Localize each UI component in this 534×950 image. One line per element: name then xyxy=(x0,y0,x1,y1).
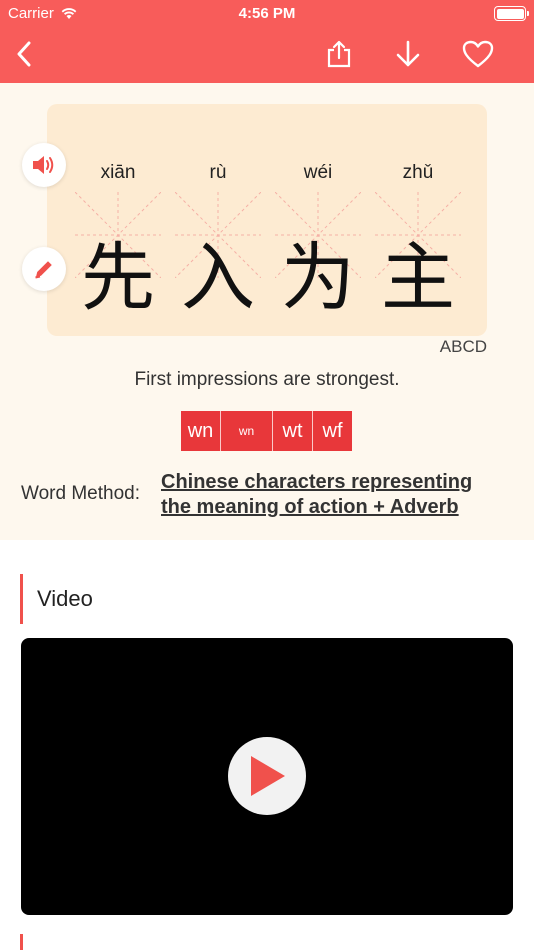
pinyin: zhǔ xyxy=(402,162,434,183)
word-method-link[interactable]: Chinese characters representing the mean… xyxy=(161,470,501,520)
level-label: ABCD xyxy=(439,337,487,356)
puzzle-piece[interactable]: wn xyxy=(181,411,221,451)
share-icon xyxy=(327,40,351,68)
hanzi: 先 xyxy=(81,235,155,321)
share-button[interactable] xyxy=(321,36,357,72)
status-bar: Carrier 4:56 PM xyxy=(0,0,534,28)
character-column: xiān 先 xyxy=(75,104,161,336)
clock: 4:56 PM xyxy=(238,5,296,22)
hanzi: 为 xyxy=(281,235,355,321)
favorite-button[interactable] xyxy=(460,36,496,72)
back-button[interactable] xyxy=(6,36,42,72)
battery-icon xyxy=(494,6,529,21)
write-button[interactable] xyxy=(22,247,66,291)
pinyin: rù xyxy=(209,162,227,183)
puzzle-piece[interactable]: wf xyxy=(313,411,352,451)
pencil-icon xyxy=(35,261,52,279)
pinyin: xiān xyxy=(100,162,136,183)
character-column: wéi 为 xyxy=(275,104,361,336)
puzzle-piece[interactable]: wt xyxy=(273,411,313,451)
play-icon xyxy=(251,756,285,796)
play-audio-button[interactable] xyxy=(22,143,66,187)
character-column: rù 入 xyxy=(175,104,261,336)
hanzi: 主 xyxy=(381,235,455,321)
puzzle-piece[interactable]: wn xyxy=(221,411,273,451)
section-accent xyxy=(20,574,23,624)
hanzi: 入 xyxy=(181,235,255,321)
heart-icon xyxy=(462,40,494,68)
character-column: zhǔ 主 xyxy=(375,104,461,336)
play-button[interactable] xyxy=(228,737,306,815)
video-player[interactable] xyxy=(21,638,513,915)
meaning-text: First impressions are strongest. xyxy=(134,369,400,390)
character-card: xiān 先 rù 入 wéi 为 zhǔ 主 xyxy=(47,104,487,336)
speaker-icon xyxy=(33,156,54,174)
arrow-down-icon xyxy=(396,40,420,67)
section-accent xyxy=(20,934,23,950)
word-puzzle[interactable]: wn wn wt wf xyxy=(181,411,352,451)
header: Carrier 4:56 PM xyxy=(0,0,534,83)
video-section-title: Video xyxy=(37,586,93,611)
download-button[interactable] xyxy=(390,36,426,72)
word-method-label: Word Method: xyxy=(21,483,140,504)
chevron-left-icon xyxy=(17,41,31,67)
pinyin: wéi xyxy=(303,162,333,183)
